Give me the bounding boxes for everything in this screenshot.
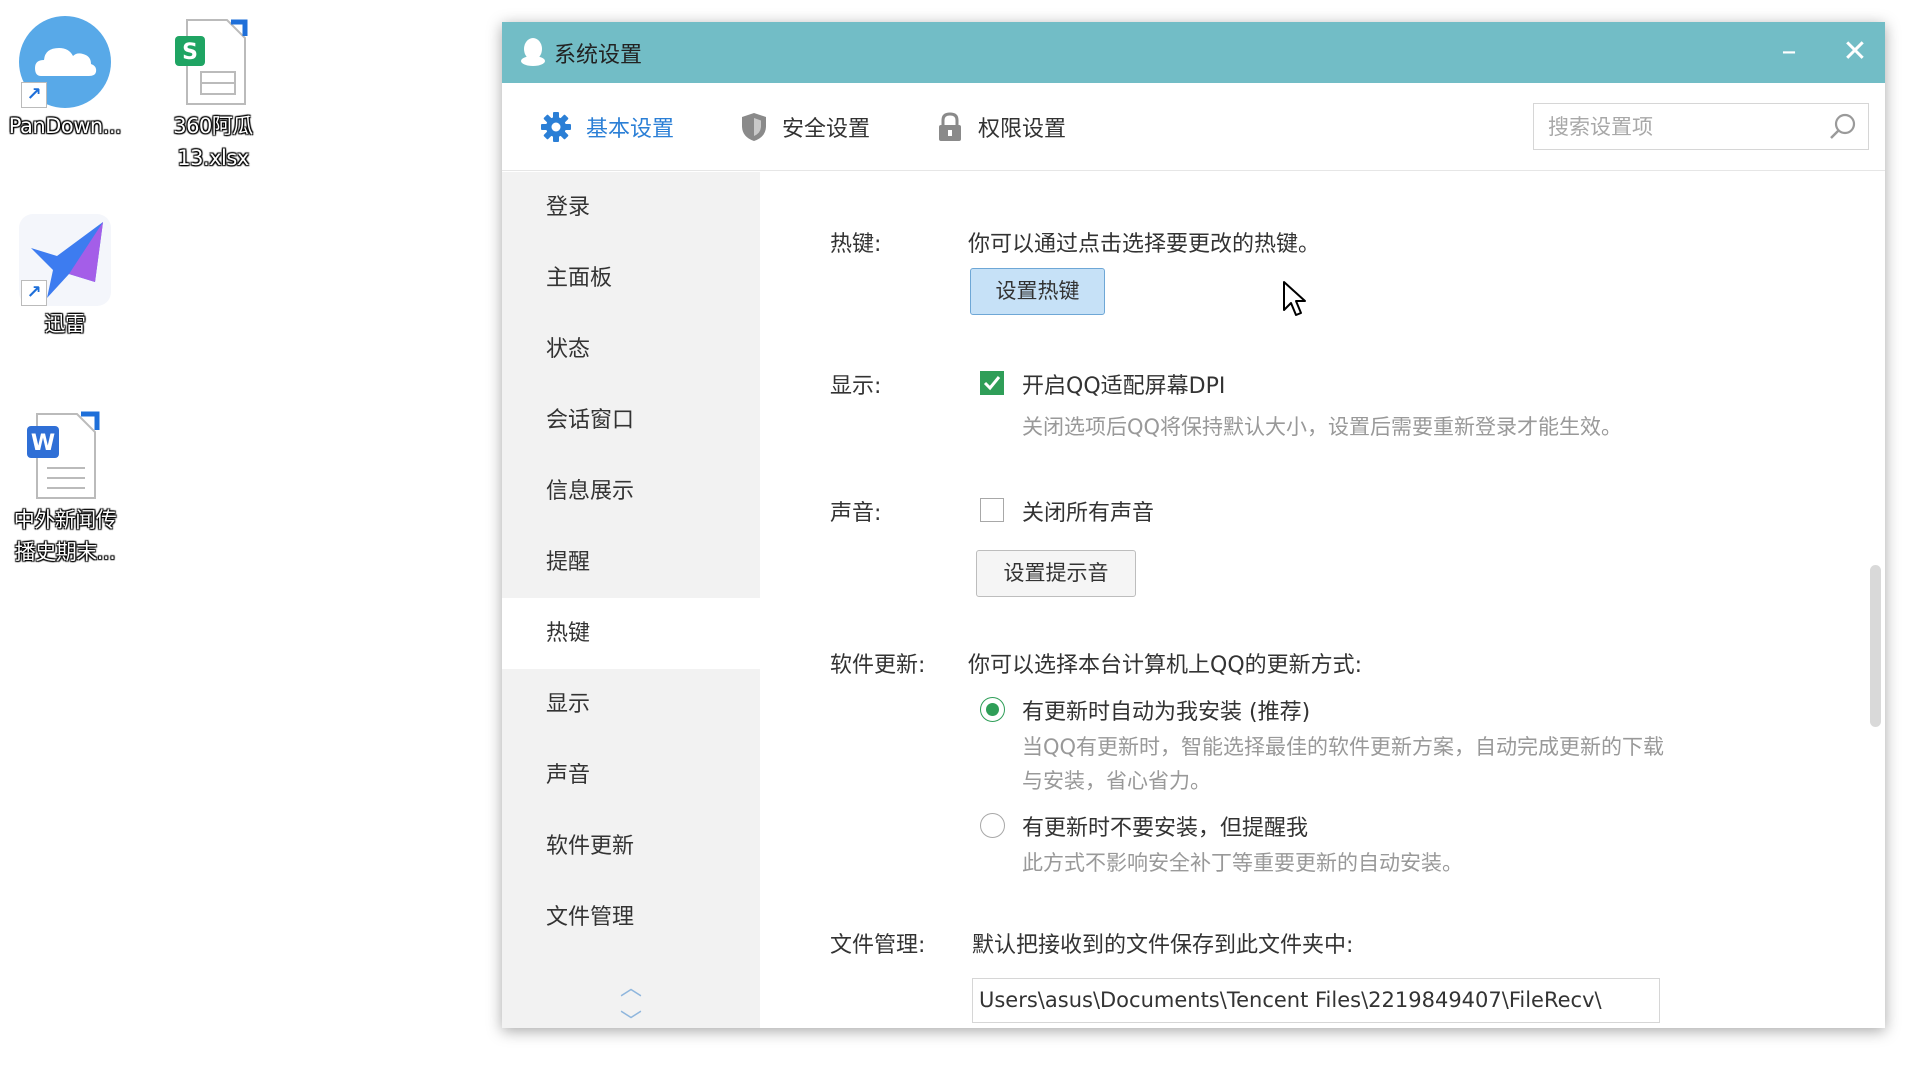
notify-only-radio[interactable]: [980, 813, 1005, 838]
notify-only-label[interactable]: 有更新时不要安装，但提醒我: [1022, 810, 1308, 842]
title-bar[interactable]: 系统设置 – ✕: [502, 22, 1885, 83]
sidebar-item-status[interactable]: 状态: [502, 314, 760, 385]
window-title: 系统设置: [554, 42, 643, 68]
gear-icon: [540, 111, 572, 143]
tab-label: 安全设置: [782, 116, 871, 142]
mouse-cursor-icon: [1282, 280, 1308, 322]
mute-all-checkbox[interactable]: [980, 498, 1004, 522]
qq-penguin-icon: [520, 36, 546, 70]
hotkey-label: 热键:: [830, 232, 882, 257]
tab-permission-settings[interactable]: 权限设置: [936, 111, 1066, 143]
desktop-icon-xunlei[interactable]: ↗ 迅雷: [0, 212, 140, 340]
file-management-label: 文件管理:: [830, 933, 926, 958]
svg-text:S: S: [182, 40, 198, 65]
auto-install-hint-line2: 与安装，省心省力。: [1022, 769, 1211, 793]
desktop-icon-label: 中外新闻传 播史期末...: [13, 508, 117, 564]
thunder-bird-icon: ↗: [17, 212, 113, 308]
set-hotkey-button[interactable]: 设置热键: [970, 268, 1105, 315]
desktop-icon-word-doc[interactable]: W 中外新闻传 播史期末...: [0, 408, 140, 568]
desktop-icon-pandownload[interactable]: ↗ PanDown...: [0, 14, 140, 142]
lock-icon: [936, 111, 964, 143]
settings-tab-bar: 基本设置 安全设置 权限设置: [502, 83, 1885, 171]
file-path-field[interactable]: Users\asus\Documents\Tencent Files\22198…: [972, 978, 1660, 1023]
tab-label: 权限设置: [978, 116, 1067, 142]
desktop-icon-label: 360阿瓜 13.xlsx: [173, 114, 253, 170]
search-icon[interactable]: [1828, 112, 1858, 146]
auto-install-hint-line1: 当QQ有更新时，智能选择最佳的软件更新方案，自动完成更新的下载: [1022, 735, 1665, 759]
chevron-up-icon[interactable]: ︿: [620, 972, 642, 1006]
settings-search-box[interactable]: [1533, 103, 1869, 150]
dpi-checkbox-label[interactable]: 开启QQ适配屏幕DPI: [1022, 368, 1225, 400]
sidebar-item-software-update[interactable]: 软件更新: [502, 811, 760, 882]
sidebar-item-reminder[interactable]: 提醒: [502, 527, 760, 598]
minimize-button[interactable]: –: [1769, 32, 1809, 72]
notify-only-hint: 此方式不影响安全补丁等重要更新的自动安装。: [1022, 851, 1463, 875]
sidebar-item-hotkey[interactable]: 热键: [502, 598, 760, 669]
sound-label: 声音:: [830, 501, 882, 526]
checkmark-icon: [983, 376, 1001, 391]
shortcut-arrow-icon: ↗: [21, 280, 47, 306]
sidebar-item-login[interactable]: 登录: [502, 172, 760, 243]
search-input[interactable]: [1548, 114, 1818, 139]
sidebar-item-info-display[interactable]: 信息展示: [502, 456, 760, 527]
mute-all-checkbox-label[interactable]: 关闭所有声音: [1022, 495, 1154, 527]
shortcut-arrow-icon: ↗: [21, 82, 47, 108]
auto-install-label[interactable]: 有更新时自动为我安装 (推荐): [1022, 694, 1310, 726]
tab-basic-settings[interactable]: 基本设置: [540, 111, 674, 143]
tab-security-settings[interactable]: 安全设置: [740, 111, 870, 143]
hotkey-description: 你可以通过点击选择要更改的热键。: [968, 232, 1321, 257]
desktop-icon-spreadsheet[interactable]: S 360阿瓜 13.xlsx: [138, 14, 288, 174]
word-doc-icon: W: [17, 408, 113, 504]
sidebar-item-display[interactable]: 显示: [502, 669, 760, 740]
tab-label: 基本设置: [586, 116, 675, 142]
auto-install-radio[interactable]: [980, 697, 1005, 722]
dpi-checkbox[interactable]: [980, 371, 1004, 395]
sidebar-item-chat-window[interactable]: 会话窗口: [502, 385, 760, 456]
shield-icon: [740, 111, 768, 143]
dpi-hint: 关闭选项后QQ将保持默认大小，设置后需要重新登录才能生效。: [1022, 415, 1623, 439]
sidebar-item-main-panel[interactable]: 主面板: [502, 243, 760, 314]
set-sound-button[interactable]: 设置提示音: [976, 550, 1136, 597]
desktop-icon-label: 迅雷: [44, 312, 87, 336]
update-label: 软件更新:: [830, 653, 926, 678]
close-button[interactable]: ✕: [1835, 32, 1875, 72]
chevron-down-icon[interactable]: ﹀: [620, 1006, 642, 1028]
system-settings-window: 系统设置 – ✕ 基本设置 安全设置 权限设置 搜索设置项 登录 主面板 状态 …: [502, 22, 1885, 1028]
sidebar-item-sound[interactable]: 声音: [502, 740, 760, 811]
cloud-icon: ↗: [17, 14, 113, 110]
spreadsheet-icon: S: [165, 14, 261, 110]
update-description: 你可以选择本台计算机上QQ的更新方式:: [968, 653, 1363, 678]
file-management-description: 默认把接收到的文件保存到此文件夹中:: [972, 933, 1354, 958]
display-label: 显示:: [830, 374, 882, 399]
settings-content: 热键: 你可以通过点击选择要更改的热键。 设置热键 显示: 开启QQ适配屏幕DP…: [760, 172, 1885, 1028]
desktop-icon-label: PanDown...: [8, 114, 122, 138]
content-scrollbar[interactable]: [1870, 565, 1881, 727]
svg-text:W: W: [31, 431, 55, 456]
sidebar-item-file-management[interactable]: 文件管理: [502, 882, 760, 953]
settings-sidebar: 登录 主面板 状态 会话窗口 信息展示 提醒 热键 显示 声音 软件更新 文件管…: [502, 172, 760, 1028]
